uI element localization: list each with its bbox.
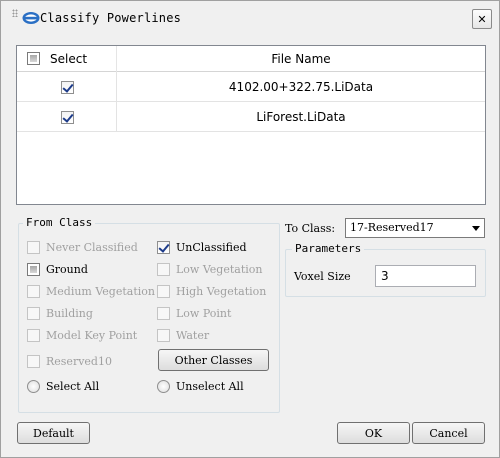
chevron-down-icon [472,226,480,231]
grip-icon [12,9,18,17]
window-title: Classify Powerlines [40,11,182,25]
file-name-column-header[interactable]: File Name [117,46,485,72]
model-key-point-checkbox [27,328,40,342]
option-never-classified: Never Classified [27,239,138,255]
ground-checkbox[interactable] [27,262,40,276]
reserved10-checkbox [27,354,40,368]
select-column-header[interactable]: Select [17,46,117,72]
model-key-point-label: Model Key Point [46,328,138,342]
file-name-cell: LiForest.LiData [256,110,346,124]
medium-vegetation-label: Medium Vegetation [46,284,155,298]
select-all-radio[interactable] [27,379,40,393]
water-label: Water [176,328,210,342]
other-classes-button[interactable]: Other Classes [158,349,269,371]
close-button[interactable]: ✕ [472,9,492,29]
option-high-vegetation: High Vegetation [157,283,266,299]
option-medium-vegetation: Medium Vegetation [27,283,155,299]
select-all-label: Select All [46,379,100,393]
building-label: Building [46,306,93,320]
app-logo-icon [22,12,40,24]
option-low-vegetation: Low Vegetation [157,261,262,277]
row-select-cell [17,72,117,102]
water-checkbox [157,328,170,342]
never-classified-checkbox [27,240,40,254]
close-icon: ✕ [477,12,487,26]
row-checkbox[interactable] [61,111,74,124]
low-vegetation-label: Low Vegetation [176,262,263,276]
option-ground[interactable]: Ground [27,261,88,277]
option-unclassified[interactable]: UnClassified [157,239,247,255]
classify-powerlines-dialog: Classify Powerlines ✕ Select File Name 4… [0,0,500,458]
option-low-point: Low Point [157,305,231,321]
unselect-all-radio-option[interactable]: Unselect All [157,378,244,394]
high-vegetation-label: High Vegetation [176,284,267,298]
low-point-label: Low Point [176,306,232,320]
voxel-size-label: Voxel Size [294,270,351,283]
ok-button[interactable]: OK [337,422,410,444]
cancel-button[interactable]: Cancel [412,422,485,444]
never-classified-label: Never Classified [46,240,138,254]
low-vegetation-checkbox [157,262,170,276]
table-row[interactable]: LiForest.LiData [17,102,485,132]
to-class-value: 17-Reserved17 [350,221,434,234]
reserved10-label: Reserved10 [46,354,112,368]
file-name-cell: 4102.00+322.75.LiData [228,80,374,94]
unselect-all-radio[interactable] [157,379,170,393]
select-column-label: Select [50,52,88,66]
building-checkbox [27,306,40,320]
to-class-select[interactable]: 17-Reserved17 [345,218,485,238]
select-all-radio-option[interactable]: Select All [27,378,99,394]
select-all-header-checkbox[interactable] [27,52,40,65]
option-water: Water [157,327,209,343]
from-class-title: From Class [23,216,96,229]
table-header: Select File Name [17,46,485,72]
to-class-label: To Class: [285,222,336,235]
option-building: Building [27,305,93,321]
parameters-title: Parameters [292,242,365,255]
medium-vegetation-checkbox [27,284,40,298]
option-reserved10: Reserved10 [27,353,112,369]
unselect-all-label: Unselect All [176,379,244,393]
unclassified-checkbox[interactable] [157,240,170,254]
voxel-size-input[interactable]: 3 [375,265,476,287]
low-point-checkbox [157,306,170,320]
default-button[interactable]: Default [17,422,90,444]
unclassified-label: UnClassified [176,240,247,254]
row-select-cell [17,102,117,132]
option-model-key-point: Model Key Point [27,327,137,343]
file-table[interactable]: Select File Name 4102.00+322.75.LiData L… [16,45,486,205]
ground-label: Ground [46,262,88,276]
table-row[interactable]: 4102.00+322.75.LiData [17,72,485,102]
high-vegetation-checkbox [157,284,170,298]
row-checkbox[interactable] [61,81,74,94]
title-bar[interactable]: Classify Powerlines ✕ [2,2,498,34]
